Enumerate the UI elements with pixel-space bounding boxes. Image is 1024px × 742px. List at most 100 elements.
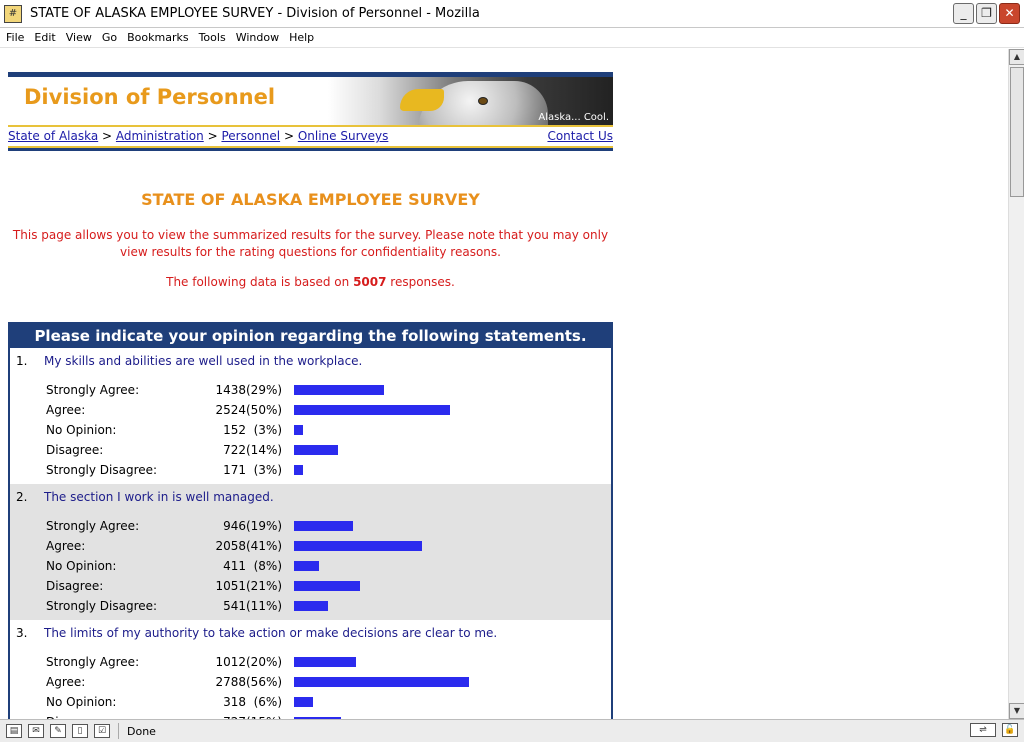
- answer-bar-cell: [294, 445, 338, 455]
- page-content: Division of Personnel Alaska... Cool. St…: [0, 49, 1008, 719]
- window-title: STATE OF ALASKA EMPLOYEE SURVEY - Divisi…: [30, 6, 480, 21]
- menu-bar: File Edit View Go Bookmarks Tools Window…: [0, 28, 1024, 48]
- close-button[interactable]: ✕: [999, 3, 1020, 24]
- answer-label: Agree:: [46, 675, 86, 689]
- chat-icon[interactable]: ☑: [94, 724, 110, 738]
- navigator-icon[interactable]: ▤: [6, 724, 22, 738]
- breadcrumb-separator: >: [283, 129, 294, 143]
- answer-count: 722: [223, 443, 246, 457]
- answer-count: 541: [223, 599, 246, 613]
- answer-list: Strongly Agree: 1438 (29%) Agree: 2524 (50%) N…: [10, 380, 611, 480]
- question-number: 1.: [16, 354, 28, 368]
- question-number: 3.: [16, 626, 28, 640]
- answer-count: 2058: [215, 539, 246, 553]
- answer-percent: (6%): [253, 695, 282, 709]
- answer-row: Agree: 2788 (56%): [10, 672, 611, 692]
- breadcrumb-online-surveys[interactable]: Online Surveys: [298, 129, 389, 143]
- header-banner: Division of Personnel Alaska... Cool.: [8, 77, 613, 125]
- answer-row: Agree: 2524 (50%): [10, 400, 611, 420]
- answer-bar: [294, 425, 303, 435]
- menu-file[interactable]: File: [2, 31, 30, 44]
- address-book-icon[interactable]: ▯: [72, 724, 88, 738]
- answer-bar-cell: [294, 541, 422, 551]
- answer-bar: [294, 601, 328, 611]
- eagle-eye-shape: [478, 97, 488, 105]
- answer-percent: (11%): [246, 599, 283, 613]
- status-separator: [118, 723, 119, 739]
- question-text: The limits of my authority to take actio…: [44, 626, 498, 640]
- answer-label: Strongly Agree:: [46, 519, 140, 533]
- question-number: 2.: [16, 490, 28, 504]
- menu-go[interactable]: Go: [98, 31, 123, 44]
- restore-button[interactable]: ❐: [976, 3, 997, 24]
- eagle-tagline: Alaska... Cool.: [538, 112, 609, 123]
- vertical-scrollbar[interactable]: ▲ ▼: [1008, 49, 1024, 719]
- status-indicators: ⇌ 🔓: [970, 723, 1018, 737]
- composer-icon[interactable]: ✎: [50, 724, 66, 738]
- answer-count: 411: [223, 559, 246, 573]
- breadcrumb-trail: State of Alaska > Administration > Perso…: [8, 129, 388, 143]
- answer-bar-cell: [294, 581, 360, 591]
- answer-bar: [294, 677, 469, 687]
- survey-results-table: Please indicate your opinion regarding t…: [8, 322, 613, 719]
- breadcrumb-state-of-alaska[interactable]: State of Alaska: [8, 129, 98, 143]
- contact-us-link[interactable]: Contact Us: [547, 129, 613, 143]
- answer-percent: (14%): [246, 443, 283, 457]
- menu-bookmarks[interactable]: Bookmarks: [123, 31, 194, 44]
- security-lock-icon[interactable]: 🔓: [1002, 723, 1018, 737]
- breadcrumb-personnel[interactable]: Personnel: [221, 129, 280, 143]
- answer-row: No Opinion: 318 (6%): [10, 692, 611, 712]
- answer-percent: (3%): [253, 463, 282, 477]
- answer-label: Agree:: [46, 403, 86, 417]
- answer-percent: (3%): [253, 423, 282, 437]
- page-title: STATE OF ALASKA EMPLOYEE SURVEY: [141, 190, 480, 209]
- menu-help[interactable]: Help: [285, 31, 320, 44]
- menu-edit[interactable]: Edit: [30, 31, 61, 44]
- answer-row: Disagree:727(15%): [10, 712, 611, 719]
- mail-icon[interactable]: ✉: [28, 724, 44, 738]
- menu-tools[interactable]: Tools: [195, 31, 232, 44]
- answer-count: 1012: [215, 655, 246, 669]
- question-title: 2. The section I work in is well managed.: [10, 490, 611, 510]
- answer-count: 1438: [215, 383, 246, 397]
- scroll-down-arrow-icon[interactable]: ▼: [1009, 703, 1024, 719]
- answer-count: 1051: [215, 579, 246, 593]
- online-connection-icon[interactable]: ⇌: [970, 723, 996, 737]
- questions-list: 1. My skills and abilities are well used …: [10, 348, 611, 719]
- answer-count: 2524: [215, 403, 246, 417]
- minimize-button[interactable]: _: [953, 3, 974, 24]
- responses-note: The following data is based on 5007 resp…: [8, 275, 613, 289]
- menu-window[interactable]: Window: [232, 31, 285, 44]
- answer-percent: (19%): [246, 519, 283, 533]
- answer-label: Strongly Agree:: [46, 655, 140, 669]
- answer-row: Strongly Agree: 1438 (29%): [10, 380, 611, 400]
- answer-bar-cell: [294, 697, 313, 707]
- answer-count: 152: [223, 423, 246, 437]
- answer-bar: [294, 521, 353, 531]
- answer-row: Strongly Disagree: 171 (3%): [10, 460, 611, 480]
- site-header: Division of Personnel Alaska... Cool. St…: [8, 72, 613, 151]
- scrollbar-thumb[interactable]: [1010, 67, 1024, 197]
- answer-bar: [294, 561, 319, 571]
- question-title: 3. The limits of my authority to take act…: [10, 626, 611, 646]
- answer-percent: (20%): [246, 655, 283, 669]
- answer-bar: [294, 385, 384, 395]
- survey-question: 1. My skills and abilities are well used …: [10, 348, 611, 484]
- answer-count: 171: [223, 463, 246, 477]
- question-title: 1. My skills and abilities are well used …: [10, 354, 611, 374]
- answer-label: No Opinion:: [46, 559, 117, 573]
- scroll-up-arrow-icon[interactable]: ▲: [1009, 49, 1024, 65]
- mozilla-app-icon[interactable]: #: [4, 4, 22, 23]
- breadcrumb-administration[interactable]: Administration: [116, 129, 204, 143]
- answer-bar: [294, 465, 303, 475]
- window-controls: _ ❐ ✕: [953, 3, 1020, 24]
- answer-bar-cell: [294, 601, 328, 611]
- answer-row: Agree: 2058 (41%): [10, 536, 611, 556]
- breadcrumb: State of Alaska > Administration > Perso…: [8, 127, 613, 146]
- answer-row: Strongly Agree: 1012 (20%): [10, 652, 611, 672]
- answer-bar-cell: [294, 561, 319, 571]
- answer-row: Disagree: 1051 (21%): [10, 576, 611, 596]
- status-bar: ▤ ✉ ✎ ▯ ☑ Done ⇌ 🔓: [0, 719, 1024, 742]
- title-bar: # STATE OF ALASKA EMPLOYEE SURVEY - Divi…: [0, 0, 1024, 28]
- menu-view[interactable]: View: [62, 31, 98, 44]
